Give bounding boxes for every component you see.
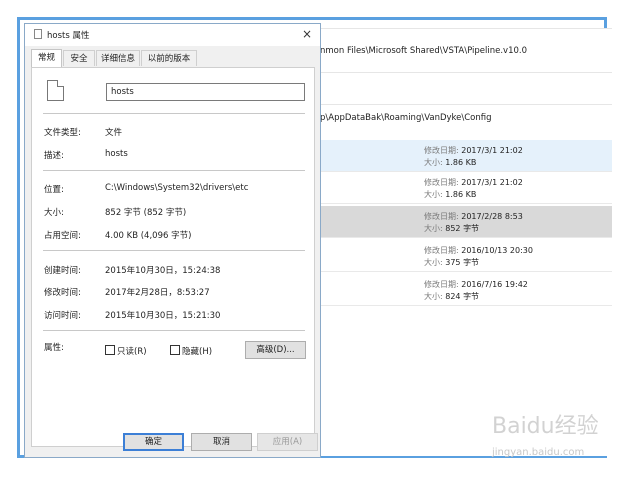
size-value: 852 字节 (852 字节)	[105, 208, 187, 218]
file-size: 大小: 852 字节	[424, 224, 480, 233]
background-explorer-window: nmon Files\Microsoft Shared\VSTA\Pipelin…	[320, 28, 612, 456]
advanced-button[interactable]: 高级(D)...	[245, 341, 306, 359]
hidden-checkbox[interactable]	[170, 345, 180, 355]
divider	[43, 170, 305, 171]
file-size: 大小: 1.86 KB	[424, 190, 477, 199]
ok-button[interactable]: 确定	[123, 433, 184, 451]
file-row[interactable]: 修改日期: 2017/3/1 21:02 大小: 1.86 KB	[320, 172, 612, 204]
file-icon	[34, 29, 42, 39]
tab-security[interactable]: 安全	[63, 50, 95, 66]
size-label: 大小:	[44, 208, 64, 218]
folder-path: nmon Files\Microsoft Shared\VSTA\Pipelin…	[320, 46, 527, 56]
list-item[interactable]: nmon Files\Microsoft Shared\VSTA\Pipelin…	[320, 28, 612, 72]
file-modified: 修改日期: 2017/3/1 21:02	[424, 146, 523, 155]
type-value: 文件	[105, 128, 123, 138]
readonly-checkbox[interactable]	[105, 345, 115, 355]
hidden-label[interactable]: 隐藏(H)	[182, 345, 212, 357]
divider	[43, 330, 305, 331]
attributes-label: 属性:	[44, 343, 64, 353]
file-row[interactable]: 修改日期: 2016/10/13 20:30 大小: 375 字节	[320, 240, 612, 272]
dialog-title: hosts 属性	[47, 31, 90, 41]
size-on-disk-label: 占用空间:	[44, 231, 81, 241]
file-modified: 修改日期: 2017/3/1 21:02	[424, 178, 523, 187]
list-item[interactable]	[320, 72, 612, 104]
watermark-logo: Baidu经验	[492, 414, 599, 439]
apply-button[interactable]: 应用(A)	[257, 433, 318, 451]
description-value: hosts	[105, 149, 128, 159]
file-size: 大小: 375 字节	[424, 258, 480, 267]
folder-path: p\AppDataBak\Roaming\VanDyke\Config	[320, 113, 492, 123]
properties-dialog: hosts 属性 × 常规 安全 详细信息 以前的版本 hosts 文件类型: …	[24, 23, 321, 458]
divider	[43, 250, 305, 251]
modified-label: 修改时间:	[44, 288, 81, 298]
divider	[43, 113, 305, 114]
file-row[interactable]: 修改日期: 2017/2/28 8:53 大小: 852 字节	[320, 206, 612, 238]
created-label: 创建时间:	[44, 266, 81, 276]
file-modified: 修改日期: 2016/10/13 20:30	[424, 246, 533, 255]
file-modified: 修改日期: 2017/2/28 8:53	[424, 212, 523, 221]
file-size: 大小: 824 字节	[424, 292, 480, 301]
readonly-label[interactable]: 只读(R)	[117, 345, 147, 357]
location-value: C:\Windows\System32\drivers\etc	[105, 183, 249, 193]
close-button[interactable]: ×	[302, 27, 312, 41]
created-value: 2015年10月30日，15:24:38	[105, 266, 221, 276]
accessed-value: 2015年10月30日，15:21:30	[105, 311, 221, 321]
list-item[interactable]: p\AppDataBak\Roaming\VanDyke\Config	[320, 104, 612, 140]
title-bar[interactable]: hosts 属性 ×	[25, 24, 320, 46]
description-label: 描述:	[44, 151, 64, 161]
modified-value: 2017年2月28日，8:53:27	[105, 288, 210, 298]
file-name-input[interactable]: hosts	[106, 83, 305, 101]
tab-general[interactable]: 常规	[31, 49, 62, 67]
size-on-disk-value: 4.00 KB (4,096 字节)	[105, 231, 192, 241]
watermark-url: jingyan.baidu.com	[492, 447, 585, 458]
location-label: 位置:	[44, 185, 64, 195]
file-row[interactable]: 修改日期: 2016/7/16 19:42 大小: 824 字节	[320, 274, 612, 306]
tab-details[interactable]: 详细信息	[96, 50, 140, 66]
file-modified: 修改日期: 2016/7/16 19:42	[424, 280, 528, 289]
tab-previous-versions[interactable]: 以前的版本	[141, 50, 197, 66]
type-label: 文件类型:	[44, 128, 81, 138]
accessed-label: 访问时间:	[44, 311, 81, 321]
file-row[interactable]: 修改日期: 2017/3/1 21:02 大小: 1.86 KB	[320, 140, 612, 172]
general-panel: hosts 文件类型: 文件 描述: hosts 位置: C:\Windows\…	[31, 67, 315, 447]
file-icon	[47, 80, 64, 101]
cancel-button[interactable]: 取消	[191, 433, 252, 451]
file-size: 大小: 1.86 KB	[424, 158, 477, 167]
